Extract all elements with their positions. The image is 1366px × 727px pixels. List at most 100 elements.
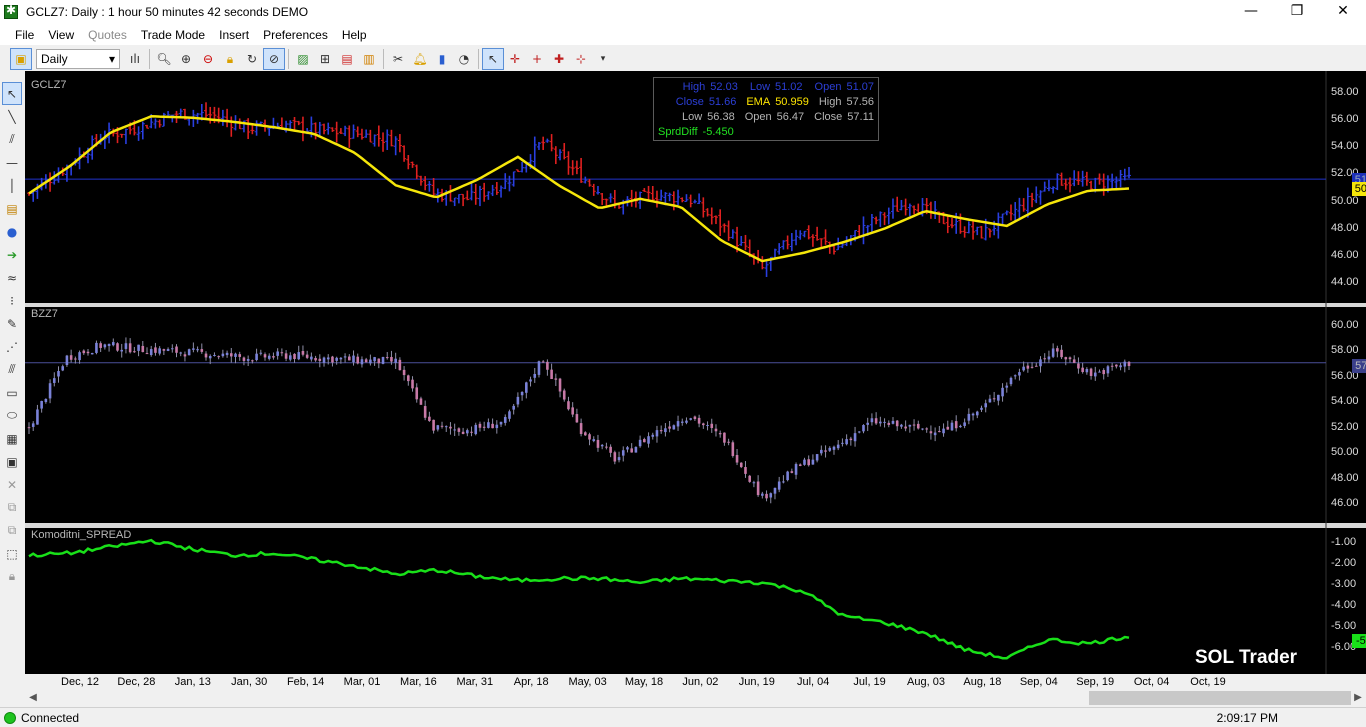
chart-canvas[interactable] <box>25 71 1366 674</box>
refresh-icon[interactable]: ↻ <box>241 48 263 70</box>
indicator-icon[interactable]: ▨ <box>292 48 314 70</box>
pitchfork-icon[interactable]: ⋰ <box>2 335 22 358</box>
candle-body <box>449 426 452 429</box>
candle-body <box>78 352 81 361</box>
candle-body <box>659 430 663 432</box>
candle-body <box>710 423 714 429</box>
lock-drawing-icon[interactable]: 🔒︎ <box>2 565 22 588</box>
pointer-icon[interactable]: ↖ <box>482 48 504 70</box>
parallel-lines-icon[interactable]: ⫽ <box>2 128 22 151</box>
candle-body <box>975 411 979 416</box>
candle-body <box>668 426 671 429</box>
menu-file[interactable]: File <box>8 28 41 42</box>
date-tick-label: Jun, 19 <box>738 676 775 688</box>
gann-icon[interactable]: ⫻ <box>2 358 22 381</box>
delete-icon[interactable]: ✕ <box>2 473 22 496</box>
app-logo-icon <box>4 3 18 19</box>
image-icon[interactable]: ▣ <box>2 450 22 473</box>
minimize-button[interactable]: — <box>1228 0 1274 24</box>
book-icon[interactable]: ▮ <box>431 48 453 70</box>
menu-help[interactable]: Help <box>335 28 374 42</box>
horizontal-line-icon[interactable]: — <box>2 151 22 174</box>
candle-body <box>301 351 305 355</box>
restore-button[interactable]: ❐ <box>1274 0 1320 24</box>
candle-body <box>541 361 545 363</box>
date-tick-label: Apr, 18 <box>513 676 549 688</box>
rectangle-icon[interactable]: ▭ <box>2 381 22 404</box>
alert-bell-icon[interactable]: 🔔︎ <box>409 48 431 70</box>
scroll-thumb[interactable] <box>1089 691 1351 705</box>
callout-icon[interactable]: ● <box>2 220 22 243</box>
menu-trade-mode[interactable]: Trade Mode <box>134 28 212 42</box>
scissors-icon[interactable]: ✂ <box>387 48 409 70</box>
candle-body <box>676 421 680 427</box>
candle-body <box>145 353 149 355</box>
candle-body <box>567 401 570 410</box>
select-arrow-icon[interactable]: ↖ <box>2 82 22 105</box>
candle-body <box>769 493 773 498</box>
candle-body <box>980 407 983 410</box>
candle-body <box>575 414 579 423</box>
candle-body <box>124 343 128 349</box>
lock-icon[interactable]: 🔒︎ <box>219 48 241 70</box>
candle-body <box>841 442 844 444</box>
candle-body <box>272 356 275 358</box>
horizontal-scrollbar[interactable]: ◀ ▶ <box>25 690 1366 706</box>
fibonacci-icon[interactable]: ⁝ <box>2 289 22 312</box>
duplicate-icon[interactable]: ⧉ <box>2 519 22 542</box>
axis-tick-label: 46.00 <box>1331 248 1359 261</box>
candle-body <box>988 398 992 403</box>
volume-bars-icon[interactable]: ▥ <box>358 48 380 70</box>
target-cursor-icon[interactable]: ✚ <box>548 48 570 70</box>
period-select[interactable]: Daily ▾ <box>36 49 120 69</box>
color-bars-icon[interactable]: ▤ <box>336 48 358 70</box>
copy-icon[interactable]: ⧉ <box>2 496 22 519</box>
candle-body <box>689 418 692 420</box>
chart-type-icon[interactable]: ılı <box>124 48 146 70</box>
candle-body <box>238 354 242 357</box>
layers-icon[interactable]: ▦ <box>2 427 22 450</box>
crosshair-icon[interactable]: ✛ <box>504 48 526 70</box>
menu-insert[interactable]: Insert <box>212 28 256 42</box>
candle-body <box>411 379 414 389</box>
candle-body <box>200 349 204 352</box>
close-button[interactable]: ✕ <box>1320 0 1366 24</box>
axis-tick-label: 58.00 <box>1331 86 1359 99</box>
candle-body <box>394 358 397 363</box>
note-icon[interactable]: ▤ <box>2 197 22 220</box>
candle-body <box>588 434 591 440</box>
selection-box-icon[interactable]: ⬚ <box>2 542 22 565</box>
candle-body <box>773 487 777 494</box>
candle-body <box>508 411 511 419</box>
crosshair-mode-icon[interactable]: ⊘ <box>263 48 285 70</box>
pencil-icon[interactable]: ✎ <box>2 312 22 335</box>
menu-quotes[interactable]: Quotes <box>81 28 134 42</box>
folder-icon[interactable]: ▣ <box>10 48 32 70</box>
zoom-in-icon[interactable]: ⊕ <box>175 48 197 70</box>
wave-icon[interactable]: ≈ <box>2 266 22 289</box>
zoom-out-icon[interactable]: ⊖ <box>197 48 219 70</box>
hierarchy-icon[interactable]: ⊞ <box>314 48 336 70</box>
vertical-line-icon[interactable]: │ <box>2 174 22 197</box>
candle-body <box>259 352 263 354</box>
h-cursor-icon[interactable]: ⊹ <box>570 48 592 70</box>
cross-cursor-icon[interactable]: + <box>526 48 548 70</box>
candle-body <box>432 419 435 431</box>
chart-area[interactable]: GCLZ7 BZZ7 Komoditni_SPREAD 44.00 46.00 48… <box>25 71 1366 674</box>
mouse-icon[interactable]: ◔ <box>453 48 475 70</box>
menu-preferences[interactable]: Preferences <box>256 28 335 42</box>
candle-body <box>605 446 608 448</box>
arrow-right-icon[interactable]: ➔ <box>2 243 22 266</box>
zoom-icon[interactable]: 🔍︎ <box>153 48 175 70</box>
scroll-right-icon[interactable]: ▶ <box>1350 690 1366 706</box>
candle-body <box>638 439 642 447</box>
trendline-icon[interactable]: ╲ <box>2 105 22 128</box>
toolbar-overflow-icon[interactable]: ▾ <box>592 48 614 70</box>
scroll-left-icon[interactable]: ◀ <box>25 690 41 706</box>
candle-body <box>727 441 730 443</box>
menu-view[interactable]: View <box>41 28 81 42</box>
candle-body <box>562 390 566 400</box>
ellipse-icon[interactable]: ⬭ <box>2 404 22 427</box>
candle-body <box>626 447 629 450</box>
info-bz-high-label: High <box>818 96 842 108</box>
